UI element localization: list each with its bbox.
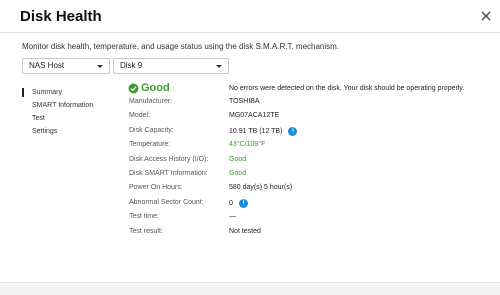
test-result-value: Not tested: [229, 227, 261, 235]
detail-label: Disk SMART Information:: [129, 169, 208, 177]
header-divider: [0, 32, 500, 33]
sidebar-item-smart-information[interactable]: SMART Information: [22, 99, 112, 112]
detail-value: 43°C/109°F: [229, 141, 265, 148]
temperature-value: 43°C/109°F: [229, 141, 266, 149]
detail-label: Power On Hours:: [129, 184, 183, 192]
close-icon[interactable]: [478, 8, 494, 24]
detail-label: Temperature:: [129, 141, 171, 149]
access-history-value: Good: [229, 155, 247, 163]
capacity-value: 10.91 TB (12 TB): [229, 127, 283, 135]
detail-label: Abnormal Sector Count:: [129, 198, 204, 206]
detail-value: Good: [229, 156, 246, 163]
footer-bar: [0, 283, 500, 295]
detail-label: Manufacturer:: [129, 98, 173, 105]
abnormal-sector-count-value: 0: [229, 199, 233, 207]
host-select-value: NAS Host: [29, 61, 65, 70]
detail-value: —: [229, 213, 236, 220]
detail-value: 0 i: [229, 198, 248, 208]
check-circle-icon: [128, 83, 139, 93]
dialog-title: Disk Health: [20, 8, 102, 25]
detail-label: Disk Access History (I/O):: [129, 155, 209, 163]
detail-label: Model:: [129, 112, 151, 120]
manufacturer-value: TOSHIBA: [229, 98, 260, 105]
disk-select[interactable]: Disk 9: [113, 58, 229, 74]
detail-label: Disk Capacity:: [129, 126, 174, 134]
detail-value: MG07ACA12TE: [229, 112, 279, 119]
chevron-down-icon: [97, 65, 103, 68]
disk-select-value: Disk 9: [120, 61, 143, 70]
health-status: Good: [128, 82, 170, 94]
detail-value: 10.91 TB (12 TB) i: [229, 126, 298, 136]
detail-value: Good: [229, 170, 246, 177]
detail-value: TOSHIBA: [229, 98, 260, 105]
sidebar-item-summary[interactable]: Summary: [22, 86, 112, 99]
health-status-message: No errors were detected on the disk. You…: [229, 85, 465, 92]
info-icon[interactable]: i: [238, 198, 248, 208]
power-on-hours-value: 580 day(s) 5 hour(s): [229, 184, 293, 192]
test-time-value: —: [229, 213, 236, 221]
sidebar-item-settings[interactable]: Settings: [22, 125, 112, 138]
health-status-label: Good: [141, 82, 170, 94]
description-text: Monitor disk health, temperature, and us…: [22, 42, 340, 51]
sidebar: Summary SMART Information Test Settings: [22, 86, 112, 138]
detail-label: Test time:: [129, 213, 159, 221]
detail-label: Test result:: [129, 227, 163, 235]
detail-value: Not tested: [229, 228, 261, 235]
smart-information-value: Good: [229, 169, 247, 177]
detail-value: 580 day(s) 5 hour(s): [229, 184, 292, 191]
model-value: MG07ACA12TE: [229, 112, 280, 120]
host-select[interactable]: NAS Host: [22, 58, 110, 74]
chevron-down-icon: [216, 65, 222, 68]
info-icon[interactable]: i: [288, 126, 298, 136]
sidebar-item-test[interactable]: Test: [22, 112, 112, 125]
